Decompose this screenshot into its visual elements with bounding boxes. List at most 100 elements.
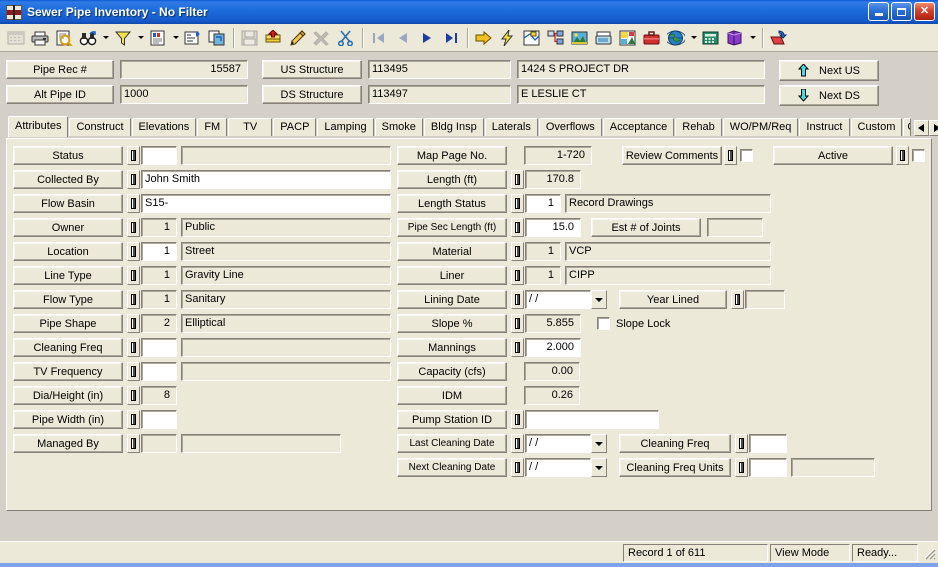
tab-attributes[interactable]: Attributes (8, 116, 69, 137)
next-ds-button[interactable]: Next DS (779, 85, 879, 106)
cut-scissors-icon[interactable] (335, 27, 357, 49)
ds-structure-label-button[interactable]: DS Structure (262, 85, 362, 104)
last-cleaning-date-value[interactable]: / / (525, 434, 591, 453)
cleaning-freq-right-input[interactable] (749, 434, 787, 453)
tab-rehab[interactable]: Rehab (675, 118, 722, 136)
pipe-width-label-button[interactable]: Pipe Width (in) (13, 410, 123, 429)
cleaning-freq-right-lookup-icon[interactable] (735, 434, 748, 453)
lining-date-dropdown-arrow[interactable] (591, 290, 607, 309)
material-lookup-icon[interactable] (511, 242, 524, 261)
next-cleaning-date-value[interactable]: / / (525, 458, 591, 477)
save-record-icon[interactable] (239, 27, 261, 49)
length-status-lookup-icon[interactable] (511, 194, 524, 213)
help-book-icon[interactable] (724, 27, 746, 49)
cleaning-freq-lookup-icon[interactable] (127, 338, 140, 357)
slope-lock-checkbox[interactable] (597, 317, 610, 330)
tab-lamping[interactable]: Lamping (317, 118, 374, 136)
material-label-button[interactable]: Material (397, 242, 507, 261)
alt-pipe-id-value[interactable]: 1000 (120, 85, 248, 104)
dia-height-lookup-icon[interactable] (127, 386, 140, 405)
pipe-sec-length-label-button[interactable]: Pipe Sec Length (ft) (397, 218, 507, 237)
status-lookup-icon[interactable] (127, 146, 140, 165)
next-record-icon[interactable] (416, 27, 438, 49)
ds-structure-value[interactable]: 113497 (368, 85, 511, 104)
length-status-code-input[interactable]: 1 (525, 194, 561, 213)
tab-partial[interactable]: Co (903, 118, 912, 136)
cleaning-freq-right-label-button[interactable]: Cleaning Freq (619, 434, 731, 453)
est-joints-label-button[interactable]: Est # of Joints (591, 218, 701, 237)
toolbox-icon[interactable] (641, 27, 663, 49)
next-cleaning-date-label-button[interactable]: Next Cleaning Date (397, 458, 507, 477)
close-button[interactable]: ✕ (914, 2, 935, 21)
line-type-label-button[interactable]: Line Type (13, 266, 123, 285)
datasheet-view-icon[interactable] (5, 27, 27, 49)
length-label-button[interactable]: Length (ft) (397, 170, 507, 189)
year-lined-lookup-icon[interactable] (731, 290, 744, 309)
tab-elevations[interactable]: Elevations (131, 118, 197, 136)
cleaning-freq-code-input[interactable] (141, 338, 177, 357)
globe-dropdown-arrow[interactable] (688, 27, 699, 49)
length-lookup-icon[interactable] (511, 170, 524, 189)
fax-icon[interactable] (593, 27, 615, 49)
us-structure-label-button[interactable]: US Structure (262, 60, 362, 79)
dia-height-label-button[interactable]: Dia/Height (in) (13, 386, 123, 405)
tab-laterals[interactable]: Laterals (484, 118, 538, 136)
photo-icon[interactable] (617, 27, 639, 49)
tab-instruct[interactable]: Instruct (799, 118, 850, 136)
flow-basin-label-button[interactable]: Flow Basin (13, 194, 123, 213)
add-record-icon[interactable] (263, 27, 285, 49)
cleaning-freq-units-lookup-icon[interactable] (735, 458, 748, 477)
find-dropdown-arrow[interactable] (100, 27, 111, 49)
help-dropdown-arrow[interactable] (747, 27, 758, 49)
liner-lookup-icon[interactable] (511, 266, 524, 285)
minimize-button[interactable] (868, 2, 889, 21)
pipe-sec-length-lookup-icon[interactable] (511, 218, 524, 237)
us-structure-value[interactable]: 113495 (368, 60, 511, 79)
exit-icon[interactable] (768, 27, 790, 49)
maximize-button[interactable] (891, 2, 912, 21)
capacity-label-button[interactable]: Capacity (cfs) (397, 362, 507, 381)
owner-lookup-icon[interactable] (127, 218, 140, 237)
map-icon[interactable] (521, 27, 543, 49)
pump-station-label-button[interactable]: Pump Station ID (397, 410, 507, 429)
pipe-rec-label-button[interactable]: Pipe Rec # (6, 60, 114, 79)
edit-record-icon[interactable] (287, 27, 309, 49)
mannings-input[interactable]: 2.000 (525, 338, 581, 357)
location-lookup-icon[interactable] (127, 242, 140, 261)
tab-bldg-insp[interactable]: Bldg Insp (423, 118, 484, 136)
location-label-button[interactable]: Location (13, 242, 123, 261)
slope-label-button[interactable]: Slope % (397, 314, 507, 333)
lining-date-label-button[interactable]: Lining Date (397, 290, 507, 309)
resize-grip[interactable] (922, 546, 936, 560)
calculator-icon[interactable] (700, 27, 722, 49)
delete-record-icon[interactable] (311, 27, 333, 49)
flow-type-label-button[interactable]: Flow Type (13, 290, 123, 309)
flow-type-lookup-icon[interactable] (127, 290, 140, 309)
pipe-shape-lookup-icon[interactable] (127, 314, 140, 333)
tab-smoke[interactable]: Smoke (374, 118, 423, 136)
pipe-width-lookup-icon[interactable] (127, 410, 140, 429)
managed-by-lookup-icon[interactable] (127, 434, 140, 453)
relationships-icon[interactable] (206, 27, 228, 49)
lining-date-lookup-icon[interactable] (511, 290, 524, 309)
length-status-label-button[interactable]: Length Status (397, 194, 507, 213)
tab-custom[interactable]: Custom (850, 118, 903, 136)
liner-label-button[interactable]: Liner (397, 266, 507, 285)
map-page-label-button[interactable]: Map Page No. (397, 146, 507, 165)
active-button[interactable]: Active (773, 146, 893, 165)
tv-frequency-code-input[interactable] (141, 362, 177, 381)
last-cleaning-date-label-button[interactable]: Last Cleaning Date (397, 434, 507, 453)
tv-frequency-lookup-icon[interactable] (127, 362, 140, 381)
tab-wo-pm-req[interactable]: WO/PM/Req (722, 118, 799, 136)
collected-by-label-button[interactable]: Collected By (13, 170, 123, 189)
print-icon[interactable] (29, 27, 51, 49)
owner-label-button[interactable]: Owner (13, 218, 123, 237)
pump-station-lookup-icon[interactable] (511, 410, 524, 429)
tab-fm[interactable]: FM (197, 118, 228, 136)
active-lookup-icon[interactable] (896, 146, 909, 165)
first-record-icon[interactable] (368, 27, 390, 49)
flow-basin-lookup-icon[interactable] (127, 194, 140, 213)
next-us-button[interactable]: Next US (779, 60, 879, 81)
globe-icon[interactable] (665, 27, 687, 49)
tab-pacp[interactable]: PACP (273, 118, 317, 136)
